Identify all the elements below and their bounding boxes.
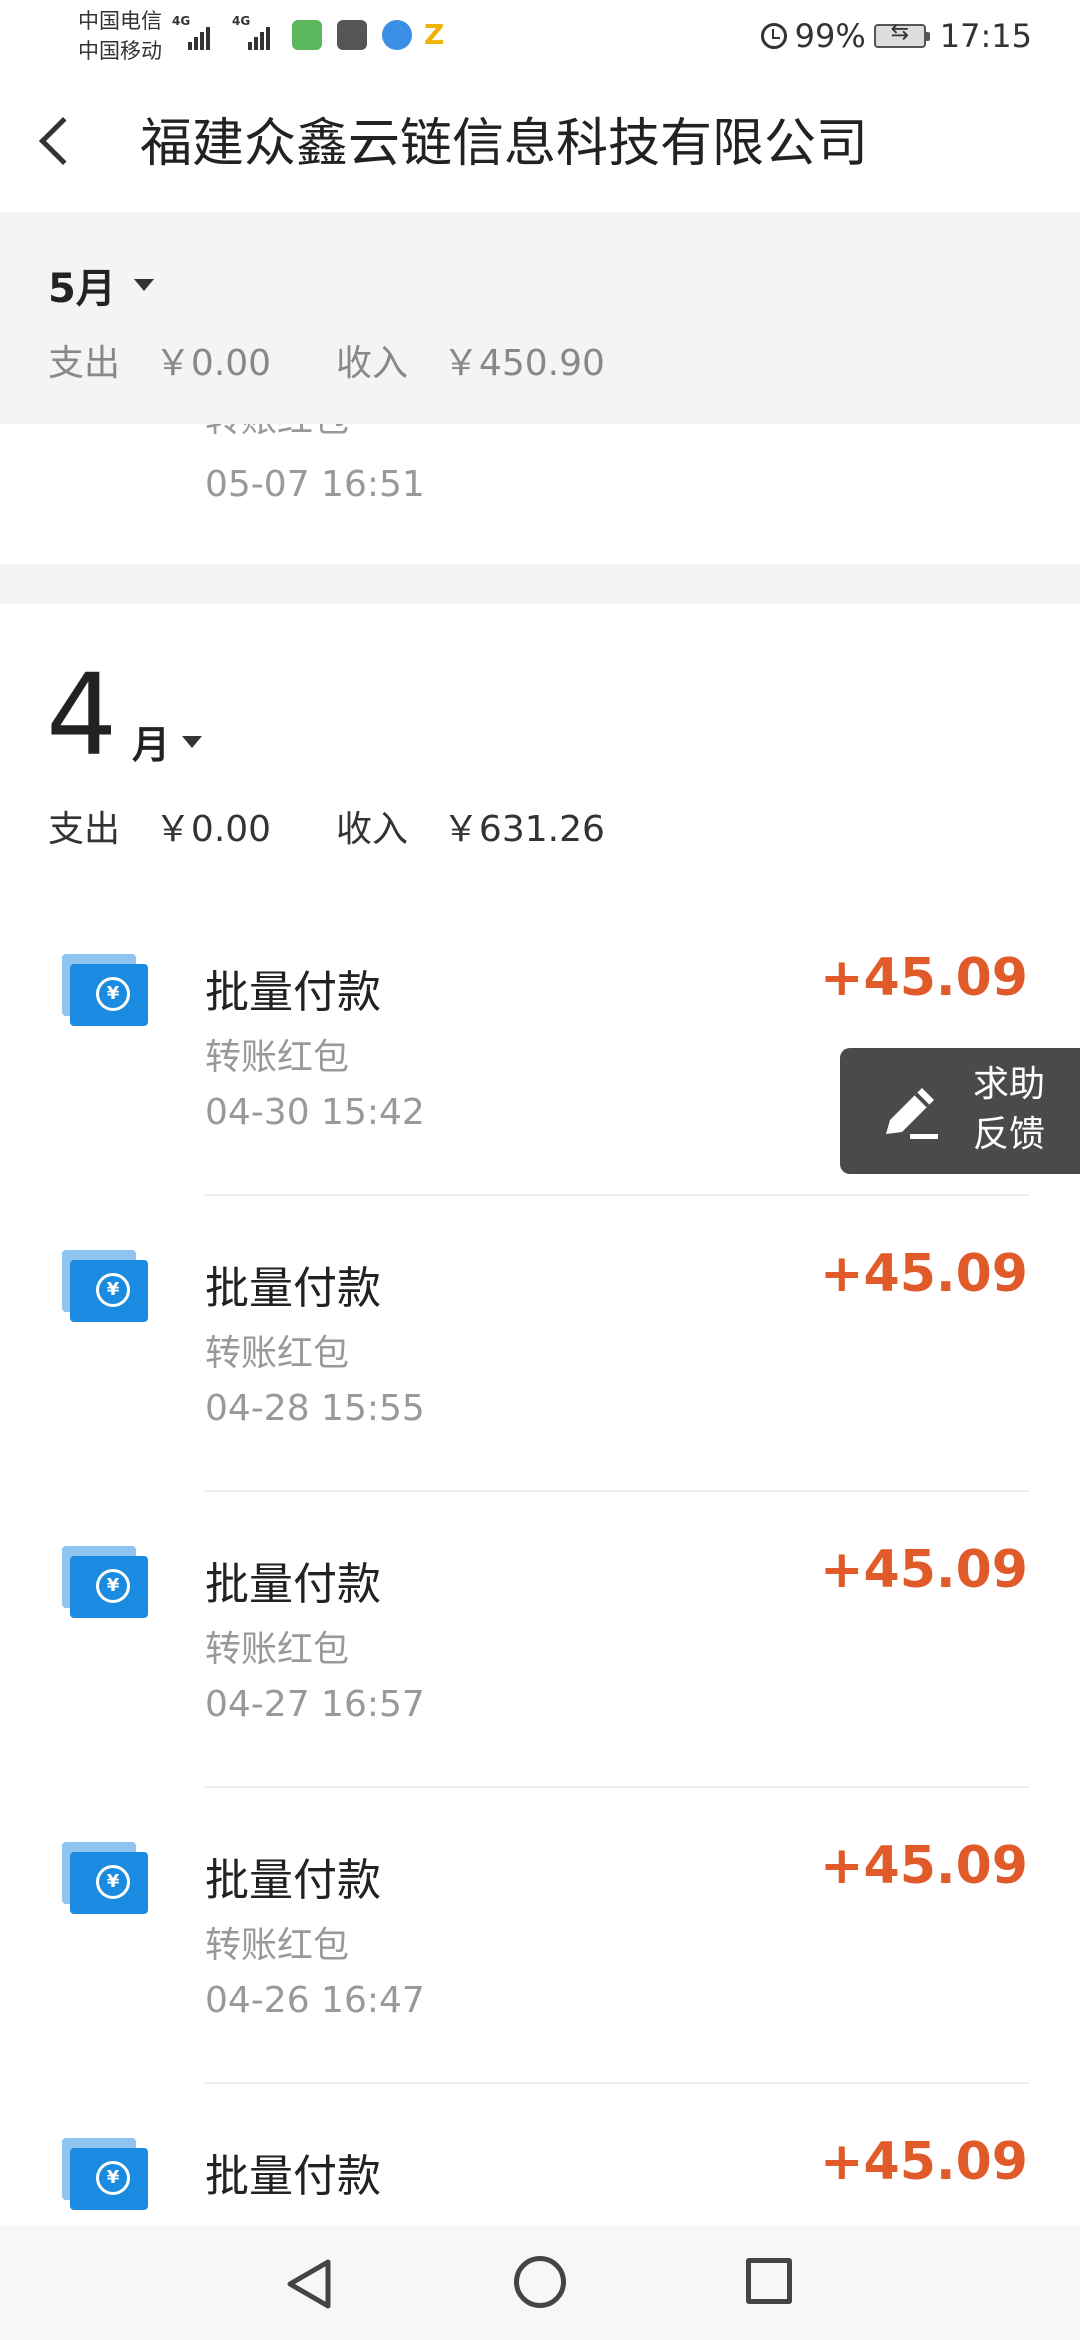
transaction-subtitle: 转账红包 [205, 1925, 350, 1966]
yuan-transfer-icon: ¥ [62, 1546, 148, 1618]
status-right: 99% 17:15 [760, 14, 1032, 58]
signal-1-icon: 4G [172, 14, 222, 50]
transaction-title: 批量付款 [205, 2151, 381, 2202]
yuan-transfer-icon: ¥ [62, 1842, 148, 1914]
transaction-amount: +45.09 [819, 1836, 1028, 1896]
caret-down-icon [133, 279, 154, 291]
month-summary-may: 5月 支出 ￥0.00 收入 ￥450.90 [0, 212, 1080, 424]
battery-percent: 99% [794, 17, 866, 55]
month-number: 4 [46, 651, 118, 781]
help-feedback-button[interactable]: 求助 反馈 [840, 1048, 1080, 1174]
partial-item-subtitle: 转账红包 [205, 424, 349, 442]
expense-label: 支出 [48, 343, 121, 384]
transaction-row[interactable]: ¥ 批量付款 转账红包 04-27 16:57 +45.09 [0, 1492, 1080, 1788]
transaction-amount: +45.09 [819, 948, 1028, 1008]
month-label: 5月 [48, 266, 116, 312]
income-value: ￥631.26 [442, 809, 605, 850]
expense-value: ￥0.00 [154, 343, 272, 384]
help-line-2: 反馈 [973, 1114, 1046, 1155]
april-totals: 支出 ￥0.00 收入 ￥631.26 [48, 800, 605, 852]
yuan-transfer-icon: ¥ [62, 1250, 148, 1322]
app-notification-icon [292, 20, 322, 50]
section-separator [0, 564, 1080, 604]
transaction-time: 04-28 15:55 [205, 1388, 425, 1429]
yuan-transfer-icon: ¥ [62, 954, 148, 1026]
signal-1-tag: 4G [172, 14, 191, 28]
transaction-row[interactable]: ¥ 批量付款 转账红包 04-28 15:55 +45.09 [0, 1196, 1080, 1492]
transaction-amount: +45.09 [819, 2132, 1028, 2192]
signal-2-icon: 4G [232, 14, 282, 50]
transaction-subtitle: 转账红包 [205, 1037, 350, 1078]
partial-item-time: 05-07 16:51 [205, 464, 425, 505]
signal-2-tag: 4G [232, 14, 251, 28]
transaction-title: 批量付款 [205, 967, 381, 1018]
transaction-time: 04-30 15:42 [205, 1092, 425, 1133]
caret-down-icon [182, 735, 203, 748]
nav-home-icon[interactable] [514, 2256, 566, 2308]
browser-notification-icon [382, 20, 412, 50]
app-header: 福建众鑫云链信息科技有限公司 [0, 72, 1080, 212]
back-arrow-icon[interactable] [38, 116, 88, 166]
clock: 17:15 [939, 17, 1032, 55]
transaction-time: 04-26 16:47 [205, 1980, 425, 2021]
huawei-notification-icon [337, 20, 367, 50]
nav-back-icon[interactable] [284, 2256, 334, 2312]
page-title: 福建众鑫云链信息科技有限公司 [140, 114, 869, 174]
income-label: 收入 [336, 809, 409, 850]
transaction-subtitle: 转账红包 [205, 1333, 350, 1374]
expense-value: ￥0.00 [154, 809, 272, 850]
month-summary-april: 4 月 支出 ￥0.00 收入 ￥631.26 [0, 604, 1080, 900]
month-selector-may[interactable]: 5月 [48, 256, 154, 314]
may-totals: 支出 ￥0.00 收入 ￥450.90 [48, 334, 605, 386]
system-nav-bar [0, 2226, 1080, 2340]
transaction-row[interactable]: ¥ 批量付款 +45.09 [0, 2084, 1080, 2226]
month-unit: 月 [132, 723, 171, 767]
transaction-title: 批量付款 [205, 1263, 381, 1314]
transaction-amount: +45.09 [819, 1244, 1028, 1304]
transaction-title: 批量付款 [205, 1559, 381, 1610]
transaction-row[interactable]: ¥ 批量付款 转账红包 04-26 16:47 +45.09 [0, 1788, 1080, 2084]
help-text: 求助 反馈 [973, 1060, 1045, 1160]
status-bar: 中国电信 中国移动 4G 4G Z 99% 17:15 [0, 0, 1080, 72]
income-value: ￥450.90 [442, 343, 605, 384]
battery-charging-icon [873, 20, 930, 48]
income-label: 收入 [336, 343, 409, 384]
nav-recents-icon[interactable] [746, 2258, 792, 2304]
z-notification-icon: Z [424, 18, 445, 51]
transaction-amount: +45.09 [819, 1540, 1028, 1600]
carrier-2: 中国移动 [78, 39, 162, 63]
alarm-icon [760, 23, 787, 49]
transaction-subtitle: 转账红包 [205, 1629, 350, 1670]
transaction-time: 04-27 16:57 [205, 1684, 425, 1725]
transaction-title: 批量付款 [205, 1855, 381, 1906]
expense-label: 支出 [48, 809, 121, 850]
month-selector-april[interactable]: 月 [132, 714, 203, 769]
yuan-transfer-icon: ¥ [62, 2138, 148, 2210]
pencil-icon [886, 1088, 938, 1139]
list-item-partial[interactable]: 转账红包 05-07 16:51 [0, 424, 1080, 564]
carrier-labels: 中国电信 中国移动 [78, 6, 162, 66]
help-line-1: 求助 [973, 1064, 1046, 1105]
carrier-1: 中国电信 [78, 9, 162, 33]
